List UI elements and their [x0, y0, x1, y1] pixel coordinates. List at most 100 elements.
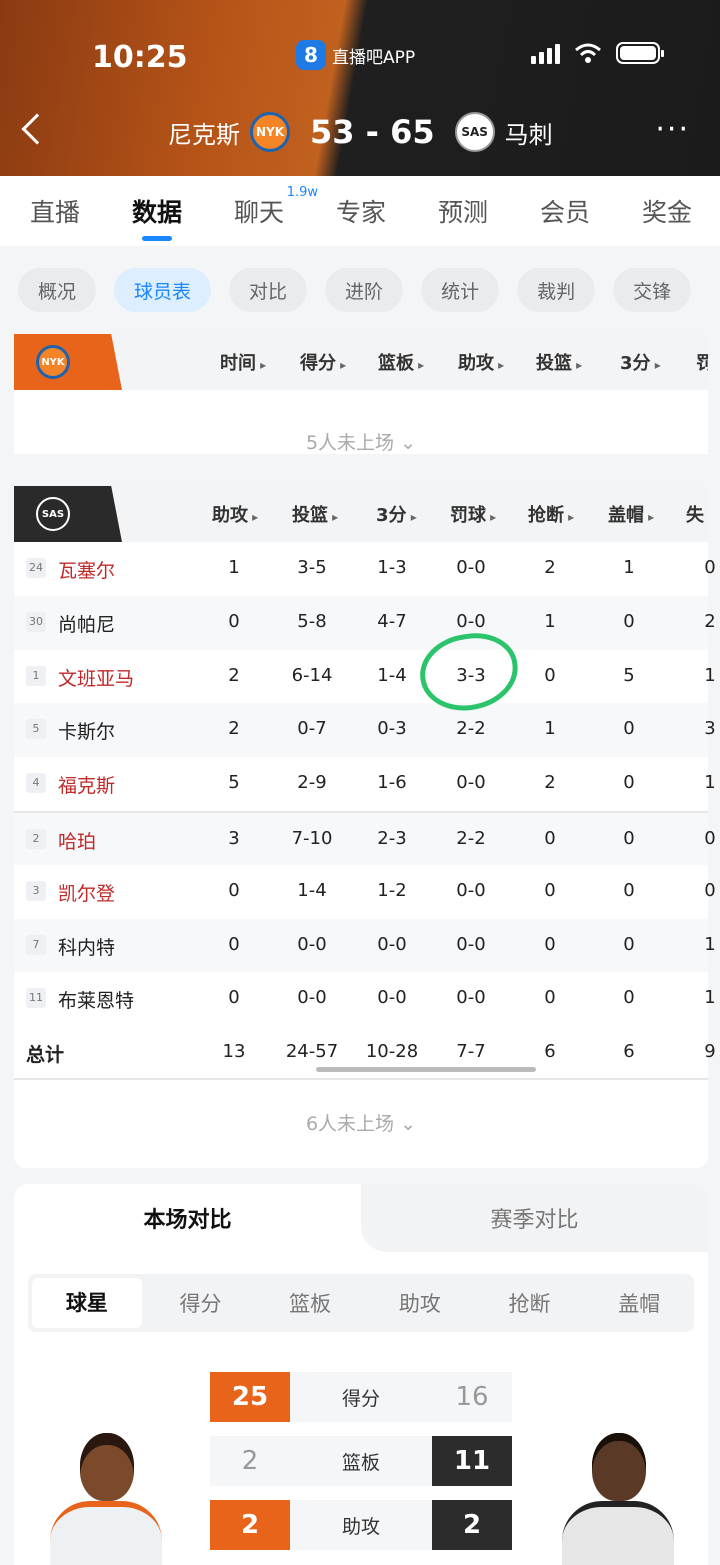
stat-cell: 1	[544, 610, 556, 632]
segment-rebounds[interactable]: 篮板	[255, 1288, 365, 1318]
sas-star-avatar[interactable]	[558, 1425, 678, 1565]
tab-member[interactable]: 会员	[540, 193, 590, 229]
col-header[interactable]: 篮板	[378, 349, 424, 375]
tab-expert[interactable]: 专家	[336, 193, 386, 229]
home-team-name[interactable]: 尼克斯	[168, 115, 240, 150]
chip-compare[interactable]: 对比	[229, 268, 308, 312]
segment-blocks[interactable]: 盖帽	[584, 1288, 694, 1318]
battery-icon	[616, 42, 664, 64]
col-header[interactable]: 时间	[220, 349, 266, 375]
chip-stats[interactable]: 统计	[421, 268, 500, 312]
col-header[interactable]: 罚	[696, 349, 708, 375]
compare-row-assists: 2 助攻 2	[210, 1500, 512, 1550]
segment-points[interactable]: 得分	[146, 1288, 256, 1318]
left-value: 2	[210, 1436, 290, 1486]
table-row[interactable]: 30 尚帕尼 0 5-8 4-7 0-0 1 0 2	[14, 595, 716, 650]
col-header[interactable]: 3分	[376, 501, 417, 527]
player-name[interactable]: 文班亚马	[58, 664, 134, 691]
col-header[interactable]: 助攻	[212, 501, 258, 527]
col-header[interactable]: 投篮	[536, 349, 582, 375]
nyk-dnp-toggle[interactable]: 5人未上场 ⌄	[14, 398, 708, 484]
tab-chat[interactable]: 聊天 1.9w	[234, 185, 318, 229]
stat-cell: 0	[544, 827, 556, 849]
nyk-star-avatar[interactable]	[46, 1425, 166, 1565]
app-icon: 8	[296, 40, 326, 70]
table-row[interactable]: 1 文班亚马 2 6-14 1-4 3-3 0 5 1	[14, 650, 716, 704]
stat-cell: 1	[704, 664, 716, 686]
chip-advanced[interactable]: 进阶	[325, 268, 404, 312]
right-value: 11	[432, 1436, 512, 1486]
player-name[interactable]: 哈珀	[58, 827, 96, 854]
stat-cell: 1	[704, 772, 716, 794]
player-name[interactable]: 布莱恩特	[58, 986, 134, 1013]
col-header[interactable]: 助攻	[458, 349, 504, 375]
table-row[interactable]: 11 布莱恩特 0 0-0 0-0 0-0 0 0 1	[14, 972, 716, 1026]
player-name[interactable]: 瓦塞尔	[58, 556, 115, 583]
segment-steals[interactable]: 抢断	[475, 1288, 585, 1318]
away-team-name[interactable]: 马刺	[505, 115, 553, 150]
app-badge: 8 直播吧APP	[296, 40, 415, 70]
chip-player-table[interactable]: 球员表	[114, 268, 212, 312]
sas-logo-icon[interactable]: SAS	[454, 112, 495, 152]
stat-cell: 0-0	[456, 772, 486, 794]
player-name[interactable]: 科内特	[58, 933, 115, 960]
stat-cell: 0	[544, 987, 556, 1009]
player-name[interactable]: 福克斯	[58, 771, 115, 798]
nyk-logo-icon[interactable]: NYK	[250, 112, 290, 152]
stat-cell: 1	[704, 987, 716, 1009]
compare-row-rebounds: 2 篮板 11	[210, 1436, 512, 1486]
col-header[interactable]: 得分	[300, 349, 346, 375]
stat-cell: 0-0	[456, 879, 486, 901]
col-header[interactable]: 3分	[620, 349, 661, 375]
stat-label: 篮板	[290, 1436, 432, 1486]
total-label: 总计	[26, 1044, 65, 1067]
segment-star[interactable]: 球星	[32, 1278, 142, 1328]
segment-assists[interactable]: 助攻	[365, 1288, 475, 1318]
table-row[interactable]: 7 科内特 0 0-0 0-0 0-0 0 0 1	[14, 918, 716, 973]
player-name[interactable]: 凯尔登	[58, 879, 115, 906]
table-row[interactable]: 2 哈珀 3 7-10 2-3 2-2 0 0 0	[14, 810, 716, 865]
table-row[interactable]: 24 瓦塞尔 1 3-5 1-3 0-0 2 1 0	[14, 542, 716, 596]
table-row[interactable]: 5 卡斯尔 2 0-7 0-3 2-2 1 0 3	[14, 703, 716, 758]
tab-live[interactable]: 直播	[30, 193, 80, 229]
more-icon[interactable]: ···	[655, 112, 690, 147]
table-row[interactable]: 4 福克斯 5 2-9 1-6 0-0 2 0 1	[14, 757, 716, 811]
col-header[interactable]: 盖帽	[608, 501, 654, 527]
tab-predict[interactable]: 预测	[438, 193, 488, 229]
nyk-table-header: NYK 时间 得分 篮板 助攻 投篮 3分 罚	[14, 334, 708, 390]
player-name[interactable]: 卡斯尔	[58, 717, 115, 744]
player-name[interactable]: 尚帕尼	[58, 610, 115, 637]
stat-cell: 1	[228, 557, 240, 578]
tab-bonus[interactable]: 奖金	[642, 193, 692, 229]
nyk-logo-icon: NYK	[36, 345, 70, 379]
stat-cell: 0	[228, 987, 240, 1009]
col-header[interactable]: 罚球	[450, 501, 496, 527]
compare-panel: 本场对比 赛季对比 球星 得分 篮板 助攻 抢断 盖帽 25 得分 16 2 篮…	[14, 1184, 708, 1565]
horizontal-scrollbar[interactable]	[316, 1066, 536, 1072]
total-cell: 10-28	[365, 1041, 419, 1063]
chip-h2h[interactable]: 交锋	[613, 268, 692, 312]
stat-cell: 0-0	[456, 987, 486, 1009]
tab-data[interactable]: 数据	[132, 193, 182, 241]
stat-cell: 0	[704, 879, 716, 901]
col-header[interactable]: 抢断	[528, 501, 574, 527]
tab-game-compare[interactable]: 本场对比	[14, 1184, 361, 1252]
stat-label: 得分	[290, 1372, 432, 1422]
col-header[interactable]: 投篮	[292, 501, 338, 527]
chip-overview[interactable]: 概况	[18, 268, 97, 312]
stat-cell: 4-7	[377, 610, 407, 632]
col-header[interactable]: 失	[686, 501, 708, 527]
tab-chat-label: 聊天	[234, 198, 285, 227]
chip-referee[interactable]: 裁判	[517, 268, 596, 312]
back-icon[interactable]	[21, 113, 53, 145]
right-value: 2	[432, 1500, 512, 1550]
stat-cell: 5	[623, 664, 635, 686]
stat-cell: 2-3	[377, 827, 407, 849]
tab-season-compare[interactable]: 赛季对比	[361, 1184, 708, 1252]
left-value: 2	[210, 1500, 290, 1550]
table-row[interactable]: 3 凯尔登 0 1-4 1-2 0-0 0 0 0	[14, 865, 716, 919]
scoreline: 尼克斯 NYK 53 - 65 SAS 马刺	[168, 112, 553, 152]
total-cell: 9	[704, 1041, 716, 1063]
sas-dnp-toggle[interactable]: 6人未上场 ⌄	[14, 1080, 708, 1166]
game-header: 10:25 8 直播吧APP 尼克斯 NYK 53 - 65 SAS 马刺 ··…	[0, 0, 720, 176]
